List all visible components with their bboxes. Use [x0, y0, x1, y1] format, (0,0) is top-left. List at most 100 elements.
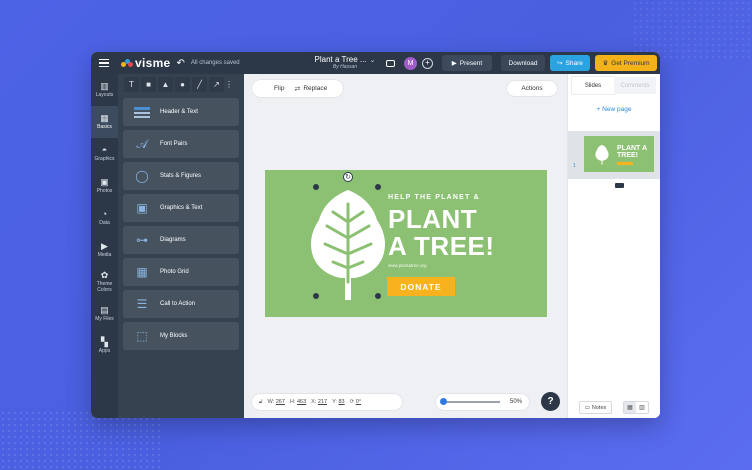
slide-url[interactable]: www.plantatree.org	[388, 263, 427, 268]
circle-tool-icon[interactable]: ●	[175, 76, 190, 92]
rotation-icon: ⟳	[349, 399, 355, 405]
width-label: W:	[267, 399, 275, 405]
zoom-slider-knob[interactable]	[440, 398, 447, 405]
premium-label: Get Premium	[611, 59, 650, 67]
donate-button[interactable]: DONATE	[387, 277, 455, 296]
square-tool-icon[interactable]: ■	[141, 76, 156, 92]
replace-icon: ⇄	[294, 85, 301, 93]
block-label: Photo Grid	[160, 269, 189, 275]
block-my-blocks[interactable]: ⬚ My Blocks	[123, 322, 239, 350]
visme-logo-icon	[121, 59, 133, 67]
y-field[interactable]: 83	[339, 399, 345, 405]
headline-line-1: PLANT	[388, 204, 478, 234]
height-field[interactable]: 463	[297, 399, 306, 405]
rail-item-data[interactable]: ◔ Data	[91, 202, 118, 234]
rail-item-layouts[interactable]: ▥ Layouts	[91, 74, 118, 106]
tree-graphic[interactable]	[303, 182, 393, 300]
rail-item-theme-colors[interactable]: ✿ Theme Colors	[91, 266, 118, 298]
help-button[interactable]: ?	[541, 392, 560, 411]
width-field[interactable]: 267	[276, 399, 285, 405]
comment-icon[interactable]	[386, 59, 395, 67]
zoom-value: 50%	[510, 399, 523, 405]
block-font-pairs[interactable]: 𝒜 Font Pairs	[123, 130, 239, 158]
rail-item-graphics[interactable]: ◓ Graphics	[91, 138, 118, 170]
tab-comments[interactable]: Comments	[614, 77, 656, 94]
slide[interactable]: ↻ HELP THE PLANET & PLANT A TREE! www.pl…	[265, 170, 547, 317]
chevron-down-icon[interactable]: ⌄	[370, 57, 376, 64]
rotate-handle-icon[interactable]: ↻	[343, 172, 353, 182]
share-button[interactable]: ↪ Share	[550, 55, 590, 71]
zoom-control: 50%	[436, 394, 529, 410]
menu-icon[interactable]	[91, 58, 117, 68]
block-diagrams[interactable]: ⊶ Diagrams	[123, 226, 239, 254]
basics-icon: ▦	[100, 112, 109, 123]
rail-item-label: Media	[97, 251, 112, 258]
header-text-icon	[133, 104, 151, 120]
avatar[interactable]: M	[404, 56, 417, 70]
page-number: 1	[573, 163, 576, 169]
block-header-text[interactable]: Header & Text	[123, 98, 239, 126]
rail-item-label: Photos	[96, 187, 113, 194]
rail-item-basics[interactable]: ▦ Basics	[91, 106, 118, 138]
shape-toolbar: T ■ ▲ ● ╱ ↗ ⋮	[118, 74, 244, 94]
resize-handle[interactable]	[375, 184, 381, 190]
new-page-button[interactable]: + New page	[568, 106, 660, 113]
notes-button[interactable]: ▭ Notes	[579, 401, 612, 414]
slide-tagline[interactable]: HELP THE PLANET &	[388, 194, 480, 201]
block-call-to-action[interactable]: ☰ Call to Action	[123, 290, 239, 318]
photo-grid-icon: ▦	[136, 265, 148, 279]
notes-icon: ▭	[584, 404, 590, 411]
get-premium-button[interactable]: ♛ Get Premium	[595, 55, 657, 71]
x-label: X:	[311, 399, 317, 405]
download-button[interactable]: Download	[501, 55, 545, 71]
layouts-icon: ▥	[100, 80, 109, 91]
save-status: All changes saved	[190, 60, 240, 66]
thumbnail-title: PLANT A TREE!	[617, 145, 647, 159]
grid-view-icon[interactable]: ▦	[624, 402, 636, 413]
view-toggle: ▦ ▥	[623, 401, 649, 414]
triangle-tool-icon[interactable]: ▲	[158, 76, 173, 92]
arrow-tool-icon[interactable]: ↗	[209, 76, 224, 92]
headline-line-2: A TREE!	[388, 231, 495, 262]
left-icon-rail: ▥ Layouts ▦ Basics ◓ Graphics ▣ Photos ◔ Data ▶ Med…	[91, 74, 118, 418]
list-view-icon[interactable]: ▥	[636, 402, 648, 413]
resize-handle[interactable]	[313, 293, 319, 299]
rail-item-label: Apps	[98, 347, 111, 354]
share-label: Share	[565, 59, 583, 67]
slide-thumbnail-row[interactable]: 1 PLANT A TREE!	[568, 131, 660, 179]
rotation-field[interactable]: 0°	[356, 399, 361, 405]
basics-panel: T ■ ▲ ● ╱ ↗ ⋮ Header & Text 𝒜 Font Pairs ◯ Stats &…	[118, 74, 244, 418]
block-stats-figures[interactable]: ◯ Stats & Figures	[123, 162, 239, 190]
resize-handle[interactable]	[375, 293, 381, 299]
rail-item-media[interactable]: ▶ Media	[91, 234, 118, 266]
top-bar: visme ↶ All changes saved Plant a Tree .…	[91, 52, 660, 74]
more-tools-icon[interactable]: ⋮	[225, 77, 233, 92]
y-label: Y:	[332, 399, 337, 405]
undo-icon[interactable]: ↶	[177, 58, 185, 69]
thumbnail-tree-icon	[595, 144, 609, 165]
block-graphics-text[interactable]: ▣ Graphics & Text	[123, 194, 239, 222]
x-field[interactable]: 217	[318, 399, 327, 405]
visme-editor-window: visme ↶ All changes saved Plant a Tree .…	[91, 52, 660, 418]
slide-thumbnail[interactable]: PLANT A TREE!	[584, 136, 654, 172]
flip-button[interactable]: Flip	[274, 85, 284, 92]
add-user-icon[interactable]: +	[422, 57, 433, 69]
canvas-area: Flip ⇄ Replace Actions ↻ HELP THE PLANET…	[244, 74, 567, 418]
replace-button[interactable]: Replace	[303, 85, 327, 92]
flip-replace-toolbar: Flip ⇄ Replace	[252, 80, 343, 97]
resize-handle[interactable]	[313, 184, 319, 190]
slide-headline[interactable]: PLANT A TREE!	[388, 204, 495, 262]
present-button[interactable]: ▶ Present	[442, 55, 492, 71]
tab-slides[interactable]: Slides	[572, 77, 614, 94]
line-tool-icon[interactable]: ╱	[192, 76, 207, 92]
slide-options-icon[interactable]	[615, 183, 624, 188]
lock-icon[interactable]: 🔓︎	[259, 399, 263, 406]
actions-button[interactable]: Actions	[507, 81, 557, 96]
rail-item-apps[interactable]: ▚ Apps	[91, 330, 118, 362]
zoom-slider[interactable]	[440, 398, 500, 405]
rail-item-photos[interactable]: ▣ Photos	[91, 170, 118, 202]
block-photo-grid[interactable]: ▦ Photo Grid	[123, 258, 239, 286]
block-label: Stats & Figures	[160, 173, 202, 179]
text-tool-icon[interactable]: T	[124, 76, 139, 92]
rail-item-my-files[interactable]: ▤ My Files	[91, 298, 118, 330]
